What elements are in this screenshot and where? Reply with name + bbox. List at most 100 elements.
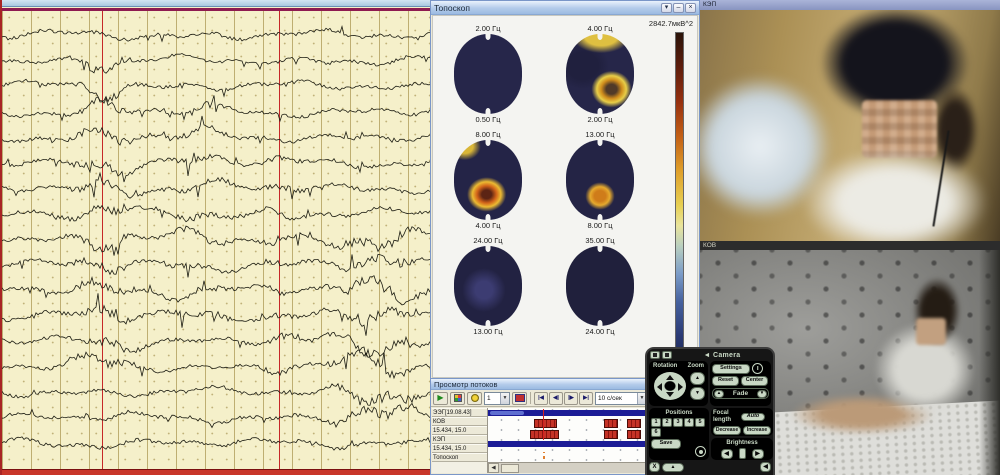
topomap-freq-bottom: 0.50 Гц bbox=[475, 115, 500, 124]
panel-window-icon-2[interactable] bbox=[662, 351, 672, 359]
video-kep-titlebar[interactable]: КЭП bbox=[700, 0, 1000, 10]
channel-list-item[interactable]: КЭП bbox=[432, 435, 487, 444]
power-icon[interactable] bbox=[752, 363, 763, 374]
brightness-up-button[interactable]: ▶ bbox=[752, 449, 764, 459]
position-1-button[interactable]: 1 bbox=[651, 418, 661, 427]
focal-length-label: Focallength bbox=[713, 410, 739, 424]
save-button[interactable]: Save bbox=[651, 439, 681, 449]
topomap-freq-bottom: 13.00 Гц bbox=[473, 327, 502, 336]
scale-max-label: 2842.7мкВ^2 bbox=[649, 19, 693, 28]
arrow-right-icon[interactable] bbox=[678, 383, 683, 391]
close-button[interactable]: × bbox=[685, 3, 696, 13]
settings-button[interactable]: Settings bbox=[712, 364, 750, 374]
video-kov-titlebar[interactable]: КОВ bbox=[700, 241, 1000, 250]
topomap-cell: 13.00 Гц 8.00 Гц bbox=[561, 130, 639, 230]
fade-up-button[interactable]: ▲ bbox=[714, 390, 724, 398]
camera-panel-titlebar[interactable]: ◄ Camera bbox=[647, 349, 773, 361]
brain-topomap bbox=[566, 34, 634, 114]
reset-button[interactable]: Reset bbox=[712, 376, 739, 386]
camera-actions-box: Settings Reset Center ▲ Fade ▼ bbox=[710, 361, 771, 406]
positions-label: Positions bbox=[651, 410, 707, 417]
channel-list-item[interactable]: КОВ bbox=[432, 417, 487, 426]
page-combo[interactable]: 1 ▼ bbox=[484, 392, 510, 405]
brain-topomap bbox=[566, 140, 634, 220]
zoom-control: ▲ ▼ bbox=[690, 372, 705, 402]
timeline-segment-block[interactable] bbox=[530, 430, 559, 439]
monitor-button[interactable] bbox=[512, 392, 527, 405]
zoom-in-button[interactable]: ▲ bbox=[690, 372, 705, 385]
timeline-segment-block[interactable] bbox=[627, 419, 642, 428]
speed-combo-value: 10 с/сек bbox=[598, 395, 622, 402]
eeg-waveforms bbox=[2, 11, 430, 469]
increase-button[interactable]: Increase bbox=[743, 426, 771, 435]
channel-list-item[interactable]: ЭЭГ[19.08.43] bbox=[432, 408, 487, 417]
window-menu-button[interactable]: ▾ bbox=[661, 3, 672, 13]
focal-length-box: Focallength Auto Decrease Increase bbox=[711, 408, 773, 436]
topomap-freq-top: 24.00 Гц bbox=[473, 236, 502, 245]
brain-topomap bbox=[566, 246, 634, 326]
brightness-slider[interactable] bbox=[739, 448, 746, 459]
panel-window-icon-1[interactable] bbox=[650, 351, 660, 359]
back-button[interactable]: ◀ bbox=[760, 462, 771, 472]
topomap-cell: 8.00 Гц 4.00 Гц bbox=[449, 130, 527, 230]
topomap-grid: 2.00 Гц 0.50 Гц 4.00 Гц 2.00 Гц 8.00 Гц … bbox=[449, 24, 645, 336]
mode-button[interactable] bbox=[467, 392, 482, 405]
arrow-left-icon[interactable] bbox=[657, 383, 662, 391]
auto-button[interactable]: Auto bbox=[741, 413, 765, 421]
go-first-button[interactable]: |◀ bbox=[534, 392, 548, 405]
collapse-button[interactable]: ▲ bbox=[662, 463, 684, 472]
eeg-workstation-screen: Топоскоп ▾ – × 2842.7мкВ^2 2.00 Гц 0.50 … bbox=[0, 0, 1000, 475]
go-last-button[interactable]: ▶| bbox=[579, 392, 593, 405]
play-button[interactable]: ▶ bbox=[433, 392, 448, 405]
timeline-segment-block[interactable] bbox=[627, 430, 642, 439]
scrollbar-thumb[interactable] bbox=[501, 464, 519, 473]
camera-control-panel: ◄ Camera Rotation Zoom ▲ ▼ bbox=[645, 347, 775, 475]
topomap-freq-bottom: 2.00 Гц bbox=[587, 115, 612, 124]
channel-list-item[interactable]: 15.434, 15.0 bbox=[432, 444, 487, 453]
topomap-freq-top: 2.00 Гц bbox=[475, 24, 500, 33]
position-6-button[interactable]: 6 bbox=[651, 428, 661, 437]
brightness-down-button[interactable]: ◀ bbox=[721, 449, 733, 459]
zoom-label: Zoom bbox=[688, 363, 704, 370]
arrow-up-icon[interactable] bbox=[666, 375, 674, 380]
rotation-dpad[interactable] bbox=[654, 372, 686, 400]
blurred-face bbox=[916, 318, 946, 345]
minimize-button[interactable]: – bbox=[673, 3, 684, 13]
position-2-button[interactable]: 2 bbox=[662, 418, 672, 427]
brain-topomap bbox=[454, 246, 522, 326]
zoom-out-button[interactable]: ▼ bbox=[690, 387, 705, 400]
fade-down-button[interactable]: ▼ bbox=[757, 390, 767, 398]
timeline-segment-block[interactable] bbox=[604, 419, 619, 428]
record-icon[interactable] bbox=[695, 446, 706, 457]
camera-panel-title: ◄ Camera bbox=[674, 352, 770, 359]
page-combo-value: 1 bbox=[487, 395, 491, 402]
camera-row-1: Rotation Zoom ▲ ▼ Settings bbox=[647, 361, 773, 406]
decrease-button[interactable]: Decrease bbox=[713, 426, 741, 435]
chevron-down-icon[interactable]: ▼ bbox=[500, 393, 509, 404]
position-3-button[interactable]: 3 bbox=[673, 418, 683, 427]
topomap-freq-bottom: 8.00 Гц bbox=[587, 221, 612, 230]
eeg-header-strip bbox=[2, 0, 430, 7]
speed-combo[interactable]: 10 с/сек ▼ bbox=[595, 392, 647, 405]
go-prev-button[interactable]: ◀| bbox=[549, 392, 563, 405]
go-next-button[interactable]: |▶ bbox=[564, 392, 578, 405]
position-5-button[interactable]: 5 bbox=[695, 418, 705, 427]
timeline-segment-block[interactable] bbox=[604, 430, 619, 439]
center-button[interactable]: Center bbox=[741, 376, 768, 386]
nav-buttons: |◀ ◀| |▶ ▶| bbox=[534, 392, 593, 405]
timeline-segment-block[interactable] bbox=[534, 419, 557, 428]
position-buttons: 1 2 3 4 5 6 bbox=[651, 418, 709, 437]
scroll-left-button[interactable]: ◀ bbox=[488, 463, 499, 473]
channel-list-item[interactable]: Топоскоп bbox=[432, 453, 487, 462]
channel-list-item[interactable]: 15.434, 15.0 bbox=[432, 426, 487, 435]
timeline-cursor[interactable] bbox=[543, 409, 544, 440]
toposcope-titlebar[interactable]: Топоскоп ▾ – × bbox=[431, 1, 699, 15]
brightness-label: Brightness bbox=[726, 440, 757, 447]
fade-control: ▲ Fade ▼ bbox=[712, 388, 769, 399]
layout-button[interactable] bbox=[450, 392, 465, 405]
wall-shadow bbox=[979, 250, 1000, 475]
eeg-trace-area[interactable] bbox=[2, 11, 430, 469]
arrow-down-icon[interactable] bbox=[666, 392, 674, 397]
position-4-button[interactable]: 4 bbox=[684, 418, 694, 427]
close-panel-button[interactable]: X bbox=[649, 462, 660, 472]
